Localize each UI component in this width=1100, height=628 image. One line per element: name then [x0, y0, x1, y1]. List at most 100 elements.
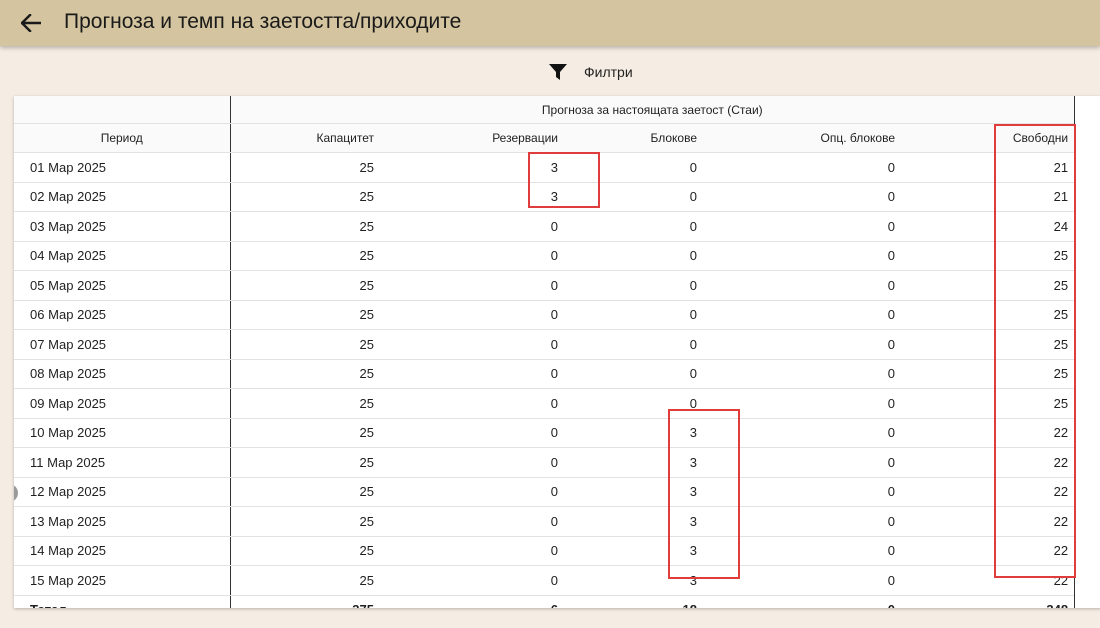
- cell-period: 02 Мар 2025: [14, 182, 231, 212]
- cell-capacity: 25: [230, 418, 388, 448]
- cell-blocks: 0: [570, 152, 709, 183]
- cell-opt-blocks: 0: [709, 329, 909, 360]
- occupancy-table: Прогноза за настоящата заетост (Стаи) Пе…: [14, 96, 1075, 608]
- cell-capacity: 25: [230, 477, 388, 507]
- page-title: Прогноза и темп на заетостта/приходите: [64, 10, 462, 33]
- forecast-group-header: Прогноза за настоящата заетост (Стаи): [230, 96, 1075, 124]
- cell-opt-blocks: 0: [709, 477, 909, 507]
- table-row: 07 Мар 2025 25 0 0 0 25: [14, 329, 1075, 360]
- cell-opt-blocks: 0: [709, 418, 909, 448]
- cell-free: 25: [909, 329, 1075, 360]
- cell-free: 21: [909, 182, 1075, 212]
- table-right-border: [1074, 96, 1075, 608]
- cell-free: 22: [909, 536, 1075, 566]
- cell-reservations: 0: [388, 565, 570, 596]
- table-row: 01 Мар 2025 25 3 0 0 21: [14, 152, 1075, 183]
- cell-capacity: 25: [230, 536, 388, 566]
- cell-blocks: 0: [570, 359, 709, 389]
- arrow-left-icon: [21, 14, 41, 32]
- table-row: 12 Мар 2025 25 0 3 0 22: [14, 477, 1075, 507]
- cell-capacity: 25: [230, 211, 388, 242]
- cell-blocks: 3: [570, 536, 709, 566]
- occupancy-table-card: Прогноза за настоящата заетост (Стаи) Пе…: [14, 96, 1100, 608]
- total-capacity: 375: [230, 595, 388, 608]
- cell-reservations: 0: [388, 447, 570, 478]
- cell-reservations: 0: [388, 418, 570, 448]
- cell-blocks: 0: [570, 270, 709, 301]
- total-row: Тотал3756180348: [14, 595, 1075, 608]
- cell-reservations: 0: [388, 300, 570, 330]
- cell-opt-blocks: 0: [709, 211, 909, 242]
- column-header-capacity[interactable]: Капацитет: [230, 123, 388, 153]
- column-header-reservations[interactable]: Резервации: [388, 123, 570, 153]
- table-row: 09 Мар 2025 25 0 0 0 25: [14, 388, 1075, 419]
- cell-blocks: 3: [570, 565, 709, 596]
- cell-reservations: 0: [388, 477, 570, 507]
- cell-opt-blocks: 0: [709, 565, 909, 596]
- table-row: 14 Мар 2025 25 0 3 0 22: [14, 536, 1075, 566]
- cell-capacity: 25: [230, 359, 388, 389]
- cell-reservations: 0: [388, 536, 570, 566]
- cell-free: 25: [909, 241, 1075, 271]
- cell-opt-blocks: 0: [709, 506, 909, 537]
- cell-capacity: 25: [230, 300, 388, 330]
- cell-opt-blocks: 0: [709, 359, 909, 389]
- column-header-blocks[interactable]: Блокове: [570, 123, 709, 153]
- total-blocks: 18: [570, 595, 709, 608]
- cell-free: 22: [909, 447, 1075, 478]
- cell-period: 06 Мар 2025: [14, 300, 231, 330]
- cell-capacity: 25: [230, 182, 388, 212]
- total-reservations: 6: [388, 595, 570, 608]
- table-row: 13 Мар 2025 25 0 3 0 22: [14, 506, 1075, 537]
- period-group-cell: [14, 96, 231, 124]
- cell-period: 10 Мар 2025: [14, 418, 231, 448]
- cell-period: 12 Мар 2025: [14, 477, 231, 507]
- cell-capacity: 25: [230, 447, 388, 478]
- cell-period: 14 Мар 2025: [14, 536, 231, 566]
- cell-free: 24: [909, 211, 1075, 242]
- cell-blocks: 3: [570, 447, 709, 478]
- table-row: 08 Мар 2025 25 0 0 0 25: [14, 359, 1075, 389]
- cell-period: 04 Мар 2025: [14, 241, 231, 271]
- total-free: 348: [909, 595, 1075, 608]
- cell-capacity: 25: [230, 329, 388, 360]
- column-header-free[interactable]: Свободни: [909, 123, 1075, 153]
- cell-reservations: 0: [388, 329, 570, 360]
- cell-free: 22: [909, 506, 1075, 537]
- cell-blocks: 3: [570, 506, 709, 537]
- filter-icon: [549, 64, 567, 80]
- cell-reservations: 0: [388, 241, 570, 271]
- cell-opt-blocks: 0: [709, 536, 909, 566]
- cell-blocks: 0: [570, 211, 709, 242]
- cell-period: 13 Мар 2025: [14, 506, 231, 537]
- cell-opt-blocks: 0: [709, 270, 909, 301]
- cell-period: 09 Мар 2025: [14, 388, 231, 419]
- cell-opt-blocks: 0: [709, 152, 909, 183]
- table-row: 06 Мар 2025 25 0 0 0 25: [14, 300, 1075, 330]
- cell-reservations: 3: [388, 152, 570, 183]
- cell-reservations: 0: [388, 211, 570, 242]
- cell-opt-blocks: 0: [709, 182, 909, 212]
- column-header-opt-blocks[interactable]: Опц. блокове: [709, 123, 909, 153]
- cell-blocks: 0: [570, 388, 709, 419]
- cell-blocks: 0: [570, 182, 709, 212]
- cell-capacity: 25: [230, 152, 388, 183]
- cell-period: 01 Мар 2025: [14, 152, 231, 183]
- cell-free: 25: [909, 300, 1075, 330]
- cell-opt-blocks: 0: [709, 388, 909, 419]
- cell-opt-blocks: 0: [709, 300, 909, 330]
- table-row: 04 Мар 2025 25 0 0 0 25: [14, 241, 1075, 271]
- column-header-period[interactable]: Период: [14, 123, 231, 153]
- cell-opt-blocks: 0: [709, 241, 909, 271]
- top-app-bar: Прогноза и темп на заетостта/приходите: [0, 0, 1100, 46]
- filter-label: Филтри: [584, 64, 633, 80]
- total-period: Тотал: [14, 595, 231, 608]
- cell-period: 08 Мар 2025: [14, 359, 231, 389]
- cell-blocks: 0: [570, 300, 709, 330]
- cell-reservations: 0: [388, 359, 570, 389]
- cell-blocks: 3: [570, 477, 709, 507]
- filter-button[interactable]: Филтри: [548, 61, 633, 83]
- table-row: 11 Мар 2025 25 0 3 0 22: [14, 447, 1075, 478]
- back-button[interactable]: [16, 9, 46, 37]
- table-row: 03 Мар 2025 25 0 0 0 24: [14, 211, 1075, 242]
